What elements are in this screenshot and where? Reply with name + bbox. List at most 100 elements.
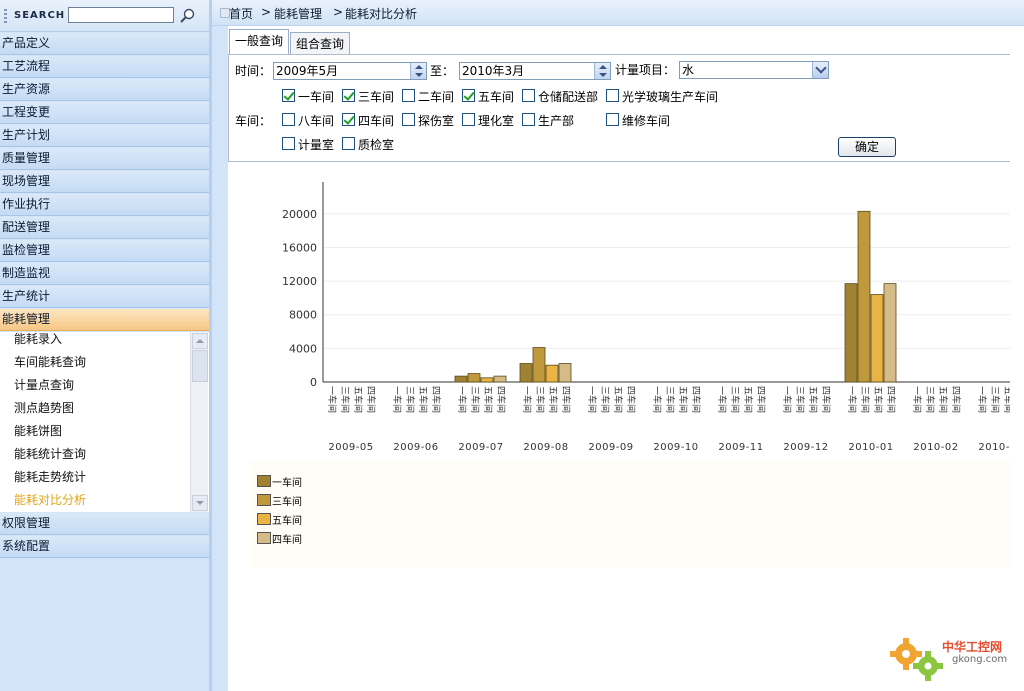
checkbox-checked-icon[interactable] [282, 89, 295, 102]
to-date-spinner[interactable]: 2010年3月 [459, 62, 611, 80]
checkbox-empty-icon[interactable] [342, 137, 355, 150]
spinner-arrows-icon[interactable] [410, 63, 426, 79]
y-tick-label: 8000 [289, 309, 317, 322]
sidebar-item[interactable]: 工程变更 [0, 102, 209, 124]
series-tick-label: 四车间 [625, 386, 637, 413]
series-tick-label: 四车间 [690, 386, 702, 413]
workshop-checkbox-label: 维修车间 [622, 114, 671, 128]
y-tick-label: 4000 [289, 342, 317, 355]
legend-label: 三车间 [272, 497, 302, 508]
site-watermark: 中华工控网 gkong.com [886, 630, 1016, 686]
sidebar-item[interactable]: 监检管理 [0, 240, 209, 262]
sidebar-item[interactable]: 生产计划 [0, 125, 209, 147]
breadcrumb-home[interactable]: 首页 [229, 5, 253, 22]
series-tick-label: 一车间 [716, 386, 728, 413]
checkbox-empty-icon[interactable] [402, 89, 415, 102]
series-tick-label: 三车间 [469, 386, 481, 413]
from-date-spinner[interactable]: 2009年5月 [273, 62, 427, 80]
series-tick-label: 三车间 [664, 386, 676, 413]
workshop-checkbox-label: 仓储配送部 [538, 90, 599, 104]
workshop-checkbox-label: 质检室 [358, 138, 395, 152]
meter-item-label: 计量项目： [615, 63, 676, 77]
series-tick-label: 一车间 [586, 386, 598, 413]
confirm-button[interactable]: 确定 [838, 137, 896, 157]
search-icon[interactable] [178, 7, 198, 25]
submenu-item[interactable]: 能耗统计查询 [14, 444, 86, 464]
series-tick-label: 五车间 [547, 386, 559, 413]
tab-combined-query[interactable]: 组合查询 [290, 32, 351, 56]
workshop-checkbox-label: 八车间 [298, 114, 335, 128]
series-tick-label: 一车间 [651, 386, 663, 413]
workshop-checkbox-label: 计量室 [298, 138, 335, 152]
sidebar-item[interactable]: 权限管理 [0, 513, 209, 535]
checkbox-checked-icon[interactable] [342, 89, 355, 102]
checkbox-empty-icon[interactable] [522, 113, 535, 126]
y-tick-label: 0 [310, 376, 317, 389]
x-category-label: 2009-11 [718, 442, 763, 453]
checkbox-checked-icon[interactable] [342, 113, 355, 126]
submenu-item[interactable]: 能耗录入 [14, 329, 62, 349]
meter-item-select[interactable]: 水 [679, 61, 829, 79]
sidebar-item[interactable]: 系统配置 [0, 536, 209, 558]
sidebar-item[interactable]: 能耗管理 [0, 309, 209, 331]
sidebar-item[interactable]: 现场管理 [0, 171, 209, 193]
submenu-item[interactable]: 能耗对比分析 [14, 490, 86, 510]
tab-general-query[interactable]: 一般查询 [229, 29, 290, 56]
series-tick-label: 三车间 [534, 386, 546, 413]
series-tick-label: 五车间 [872, 386, 884, 413]
submenu-item[interactable]: 能耗走势统计 [14, 467, 86, 487]
checkbox-checked-icon[interactable] [462, 89, 475, 102]
series-tick-label: 一车间 [391, 386, 403, 413]
sidebar-item[interactable]: 生产统计 [0, 286, 209, 308]
sidebar-item[interactable]: 工艺流程 [0, 56, 209, 78]
series-tick-label: 四车间 [495, 386, 507, 413]
sidebar-item[interactable]: 制造监视 [0, 263, 209, 285]
series-tick-label: 三车间 [989, 386, 1001, 413]
series-tick-label: 五车间 [417, 386, 429, 413]
series-tick-label: 三车间 [599, 386, 611, 413]
x-category-label: 2010-01 [848, 442, 893, 453]
workshop-label: 车间： [235, 114, 272, 128]
workshop-checkbox-label: 三车间 [358, 90, 395, 104]
workshop-checkbox-label: 二车间 [418, 90, 455, 104]
series-tick-label: 四车间 [560, 386, 572, 413]
search-input[interactable] [68, 7, 174, 23]
checkbox-empty-icon[interactable] [606, 89, 619, 102]
checkbox-empty-icon[interactable] [282, 137, 295, 150]
meter-item-value: 水 [682, 63, 695, 77]
workshop-checkbox-label: 一车间 [298, 90, 335, 104]
query-panel: 时间： 2009年5月 至： 2010年3月 计量项目： 水 车间： 一车间 三车… [228, 54, 1010, 162]
checkbox-empty-icon[interactable] [462, 113, 475, 126]
chart-bar [558, 363, 572, 383]
energy-comparison-chart: 040008000120001600020000一车间 三车间 五车间 四车间2009… [282, 182, 1024, 453]
submenu-item[interactable]: 能耗饼图 [14, 421, 62, 441]
submenu-item[interactable]: 计量点查询 [14, 375, 74, 395]
sidebar-item[interactable]: 配送管理 [0, 217, 209, 239]
checkbox-empty-icon[interactable] [606, 113, 619, 126]
checkbox-empty-icon[interactable] [522, 89, 535, 102]
submenu-item[interactable]: 测点趋势图 [14, 398, 74, 418]
scroll-down-icon[interactable] [192, 495, 208, 511]
series-tick-label: 一车间 [846, 386, 858, 413]
scroll-up-icon[interactable] [192, 333, 208, 349]
sidebar-item[interactable]: 质量管理 [0, 148, 209, 170]
breadcrumb-level1[interactable]: 能耗管理 [274, 5, 322, 22]
spinner-arrows-icon[interactable] [594, 63, 610, 79]
scroll-thumb[interactable] [192, 350, 208, 382]
submenu-scrollbar[interactable] [190, 332, 208, 512]
sidebar-item[interactable]: 生产资源 [0, 79, 209, 101]
y-tick-label: 20000 [282, 208, 317, 221]
checkbox-empty-icon[interactable] [402, 113, 415, 126]
sidebar-item[interactable]: 产品定义 [0, 33, 209, 55]
legend-swatch [257, 513, 271, 525]
submenu-item[interactable]: 车间能耗查询 [14, 352, 86, 372]
series-tick-label: 三车间 [924, 386, 936, 413]
chart-bar [883, 283, 897, 383]
sidebar-item[interactable]: 作业执行 [0, 194, 209, 216]
legend-swatch [257, 475, 271, 487]
breadcrumb: 首页 > 能耗管理 > 能耗对比分析 [212, 0, 1024, 26]
chevron-down-icon[interactable] [812, 62, 828, 78]
legend-label: 一车间 [272, 478, 302, 489]
checkbox-empty-icon[interactable] [282, 113, 295, 126]
y-tick-label: 12000 [282, 275, 317, 288]
